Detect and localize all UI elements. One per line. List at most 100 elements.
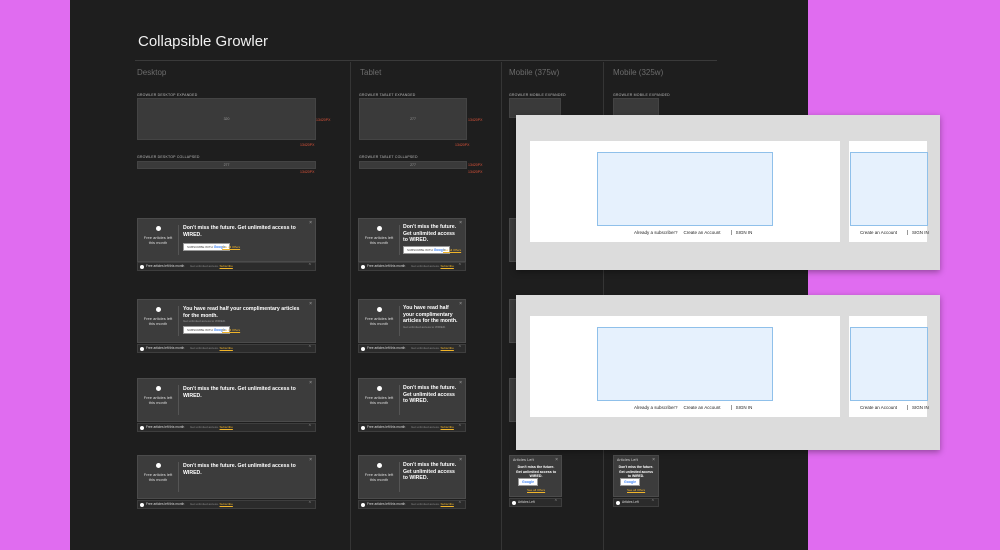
- articles-left-label: Articles Left: [617, 458, 638, 462]
- article-counter: Free articles left this month: [142, 226, 174, 245]
- growler-headline: Don't miss the future. Get unlimited acc…: [183, 463, 296, 476]
- sign-in-link[interactable]: SIGN IN: [736, 230, 753, 235]
- see-offers-link[interactable]: See all Offers: [443, 248, 461, 252]
- bar-subscribe-link[interactable]: Subscribe: [220, 502, 233, 506]
- preview-mobile-frame: Create an Account SIGN IN: [849, 316, 929, 417]
- close-icon[interactable]: ×: [309, 380, 312, 386]
- growler-tablet[interactable]: Free articles left this month You have r…: [358, 299, 466, 343]
- growler-desktop[interactable]: Free articles left this month Don't miss…: [137, 455, 316, 499]
- growler-collapsed-bar[interactable]: Free articles left this month Get unlimi…: [137, 344, 316, 353]
- spec-label: GROWLER MOBILE EXPANDED: [613, 93, 670, 97]
- subscribe-google-button[interactable]: Google: [518, 478, 539, 486]
- spec-measure: 13420PX: [300, 143, 315, 147]
- chevron-up-icon[interactable]: ⌃: [308, 345, 312, 351]
- see-offers-link[interactable]: See all Offers: [527, 488, 545, 492]
- growler-collapsed-bar[interactable]: Free articles left this month Get unlimi…: [137, 423, 316, 432]
- column-header-mobile-325: Mobile (325w): [613, 68, 664, 77]
- placeholder-size: 320: [223, 117, 230, 121]
- close-icon[interactable]: ×: [309, 457, 312, 463]
- bar-subscribe-link[interactable]: Subscribe: [441, 425, 454, 429]
- create-account-link[interactable]: Create an Account: [684, 405, 721, 410]
- counter-label: Free articles left this month: [143, 316, 173, 326]
- growler-collapsed-bar[interactable]: Free articles left this month Get unlimi…: [358, 344, 466, 353]
- bar-subscribe-link[interactable]: Subscribe: [220, 425, 233, 429]
- growler-headline: You have read half your complimentary ar…: [403, 305, 458, 324]
- counter-icon: [155, 226, 161, 231]
- counter-icon: [376, 226, 382, 231]
- chevron-up-icon[interactable]: ⌃: [458, 263, 462, 269]
- growler-collapsed-bar[interactable]: Free articles left this month Get unlimi…: [358, 423, 466, 432]
- bar-label: Free articles left this month: [146, 502, 185, 506]
- chevron-up-icon[interactable]: ⌃: [458, 345, 462, 351]
- article-counter: Free articles left this month: [363, 307, 395, 326]
- counter-icon: [140, 264, 144, 269]
- sign-in-link[interactable]: SIGN IN: [912, 405, 929, 410]
- bar-subscribe-link[interactable]: Subscribe: [220, 346, 233, 350]
- growler-collapsed-bar[interactable]: Free articles left this month Get unlimi…: [137, 262, 316, 271]
- bar-subscribe-link[interactable]: Subscribe: [441, 346, 454, 350]
- chevron-up-icon[interactable]: ⌃: [554, 499, 558, 505]
- chevron-up-icon[interactable]: ⌃: [651, 499, 655, 505]
- close-icon[interactable]: ×: [459, 220, 462, 226]
- bar-subscribe-link[interactable]: Subscribe: [441, 264, 454, 268]
- growler-mobile[interactable]: Articles Left × Don't miss the future. G…: [509, 455, 562, 497]
- already-subscriber-text: Already a subscriber?: [634, 230, 678, 235]
- counter-icon: [361, 346, 365, 351]
- growler-collapsed-bar[interactable]: Free articles left this month Get unlimi…: [137, 500, 316, 509]
- content-placeholder: [850, 152, 928, 226]
- bar-sub: Get unlimited access. Subscribe: [190, 346, 233, 350]
- growler-tablet[interactable]: Free articles left this month Don't miss…: [358, 378, 466, 422]
- counter-icon: [376, 307, 382, 312]
- growler-desktop[interactable]: Free articles left this month Don't miss…: [137, 218, 316, 262]
- growler-collapsed-bar[interactable]: Articles Left ⌃: [509, 498, 562, 507]
- counter-label: Free articles left this month: [143, 235, 173, 245]
- column-header-mobile-375: Mobile (375w): [509, 68, 560, 77]
- chevron-up-icon[interactable]: ⌃: [458, 424, 462, 430]
- growler-tablet[interactable]: Free articles left this month Don't miss…: [358, 218, 466, 262]
- preview-desktop-frame: Already a subscriber? Create an Account SI…: [530, 141, 840, 242]
- preview-panel-bottom: Already a subscriber? Create an Account SI…: [516, 295, 940, 450]
- bar-subscribe-link[interactable]: Subscribe: [220, 264, 233, 268]
- growler-headline: Don't miss the future. Get unlimited acc…: [183, 386, 296, 399]
- counter-icon: [361, 264, 365, 269]
- create-account-link[interactable]: Create an Account: [860, 230, 897, 235]
- close-icon[interactable]: ×: [459, 301, 462, 307]
- see-offers-link[interactable]: See all Offers: [627, 488, 645, 492]
- counter-label: Free articles left this month: [364, 235, 394, 245]
- growler-headline: Don't miss the future. Get unlimited acc…: [403, 224, 457, 243]
- growler-headline: Don't miss the future. Get unlimited acc…: [515, 465, 557, 478]
- article-counter: Free articles left this month: [142, 386, 174, 405]
- close-icon[interactable]: ×: [309, 220, 312, 226]
- growler-collapsed-bar[interactable]: Free articles left this month Get unlimi…: [358, 500, 466, 509]
- close-icon[interactable]: ×: [555, 457, 558, 463]
- create-account-link[interactable]: Create an Account: [860, 405, 897, 410]
- divider: [399, 385, 400, 415]
- growler-collapsed-bar[interactable]: Free articles left this month Get unlimi…: [358, 262, 466, 271]
- bar-subscribe-link[interactable]: Subscribe: [441, 502, 454, 506]
- close-icon[interactable]: ×: [652, 457, 655, 463]
- close-icon[interactable]: ×: [459, 457, 462, 463]
- growler-headline: Don't miss the future. Get unlimited acc…: [403, 385, 457, 404]
- chevron-up-icon[interactable]: ⌃: [308, 263, 312, 269]
- chevron-up-icon[interactable]: ⌃: [458, 501, 462, 507]
- growler-subtext: Get unlimited access to WIRED.: [183, 319, 226, 323]
- close-icon[interactable]: ×: [309, 301, 312, 307]
- sign-in-link[interactable]: SIGN IN: [912, 230, 929, 235]
- bar-sub: Get unlimited access. Subscribe: [411, 425, 454, 429]
- chevron-up-icon[interactable]: ⌃: [308, 424, 312, 430]
- growler-collapsed-bar[interactable]: Articles Left ⌃: [613, 498, 659, 507]
- growler-tablet[interactable]: Free articles left this month Don't miss…: [358, 455, 466, 499]
- close-icon[interactable]: ×: [459, 380, 462, 386]
- see-offers-link[interactable]: See all Offers: [222, 245, 240, 249]
- create-account-link[interactable]: Create an Account: [684, 230, 721, 235]
- growler-mobile[interactable]: Articles Left × Don't miss the future. G…: [613, 455, 659, 497]
- counter-icon: [361, 425, 365, 430]
- subscribe-google-button[interactable]: Google: [620, 478, 641, 486]
- growler-desktop[interactable]: Free articles left this month You have r…: [137, 299, 316, 343]
- chevron-up-icon[interactable]: ⌃: [308, 501, 312, 507]
- divider: [399, 462, 400, 492]
- divider: [178, 306, 179, 336]
- growler-desktop[interactable]: Free articles left this month Don't miss…: [137, 378, 316, 422]
- see-offers-link[interactable]: See all Offers: [222, 328, 240, 332]
- sign-in-link[interactable]: SIGN IN: [736, 405, 753, 410]
